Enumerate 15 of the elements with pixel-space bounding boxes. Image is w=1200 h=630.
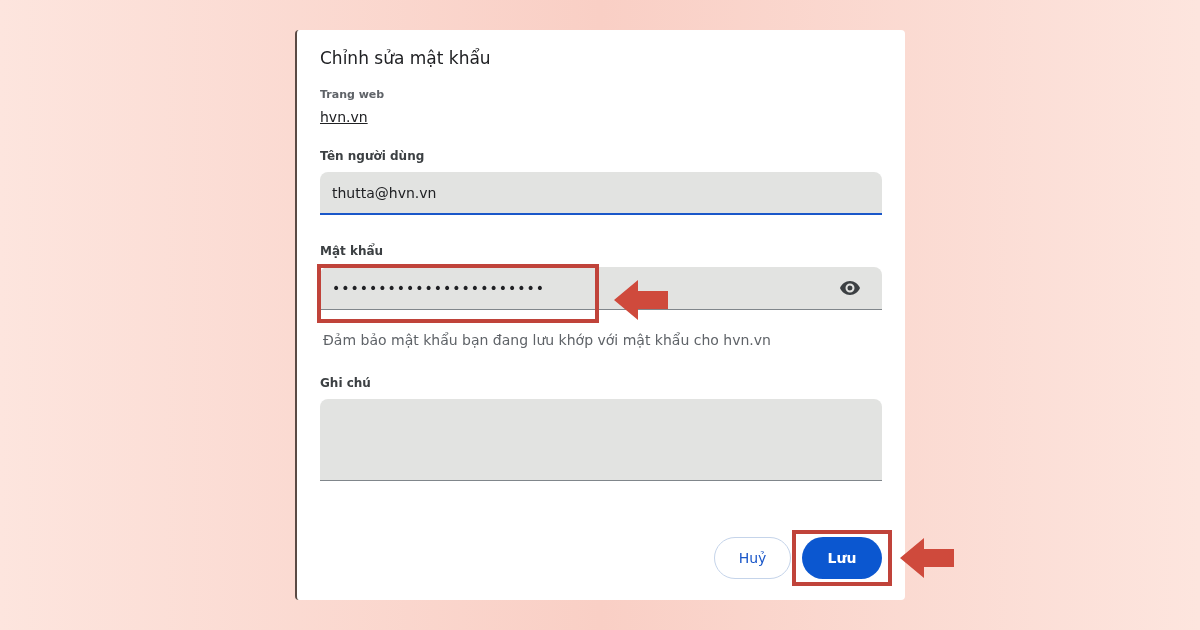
arrow-icon (900, 538, 954, 578)
website-link[interactable]: hvn.vn (320, 109, 368, 125)
username-field[interactable]: thutta@hvn.vn (320, 172, 882, 215)
hint-text: Đảm bảo mật khẩu bạn đang lưu khớp với mật khẩu cho hvn.vn (323, 332, 772, 348)
arrow-icon (614, 280, 668, 320)
password-field[interactable]: ••••••••••••••••••••••• (320, 267, 882, 310)
field-label: Tên người dùng (320, 149, 426, 163)
dialog-title: Chỉnh sửa mật khẩu (320, 48, 492, 68)
note-field[interactable] (320, 399, 882, 481)
field-label: Ghi chú (320, 376, 372, 390)
save-button[interactable]: Lưu (802, 537, 882, 579)
field-label: Trang web (320, 88, 386, 101)
cancel-button[interactable]: Huỷ (714, 537, 791, 579)
field-label: Mật khẩu (320, 244, 385, 258)
eye-icon[interactable] (840, 281, 860, 295)
